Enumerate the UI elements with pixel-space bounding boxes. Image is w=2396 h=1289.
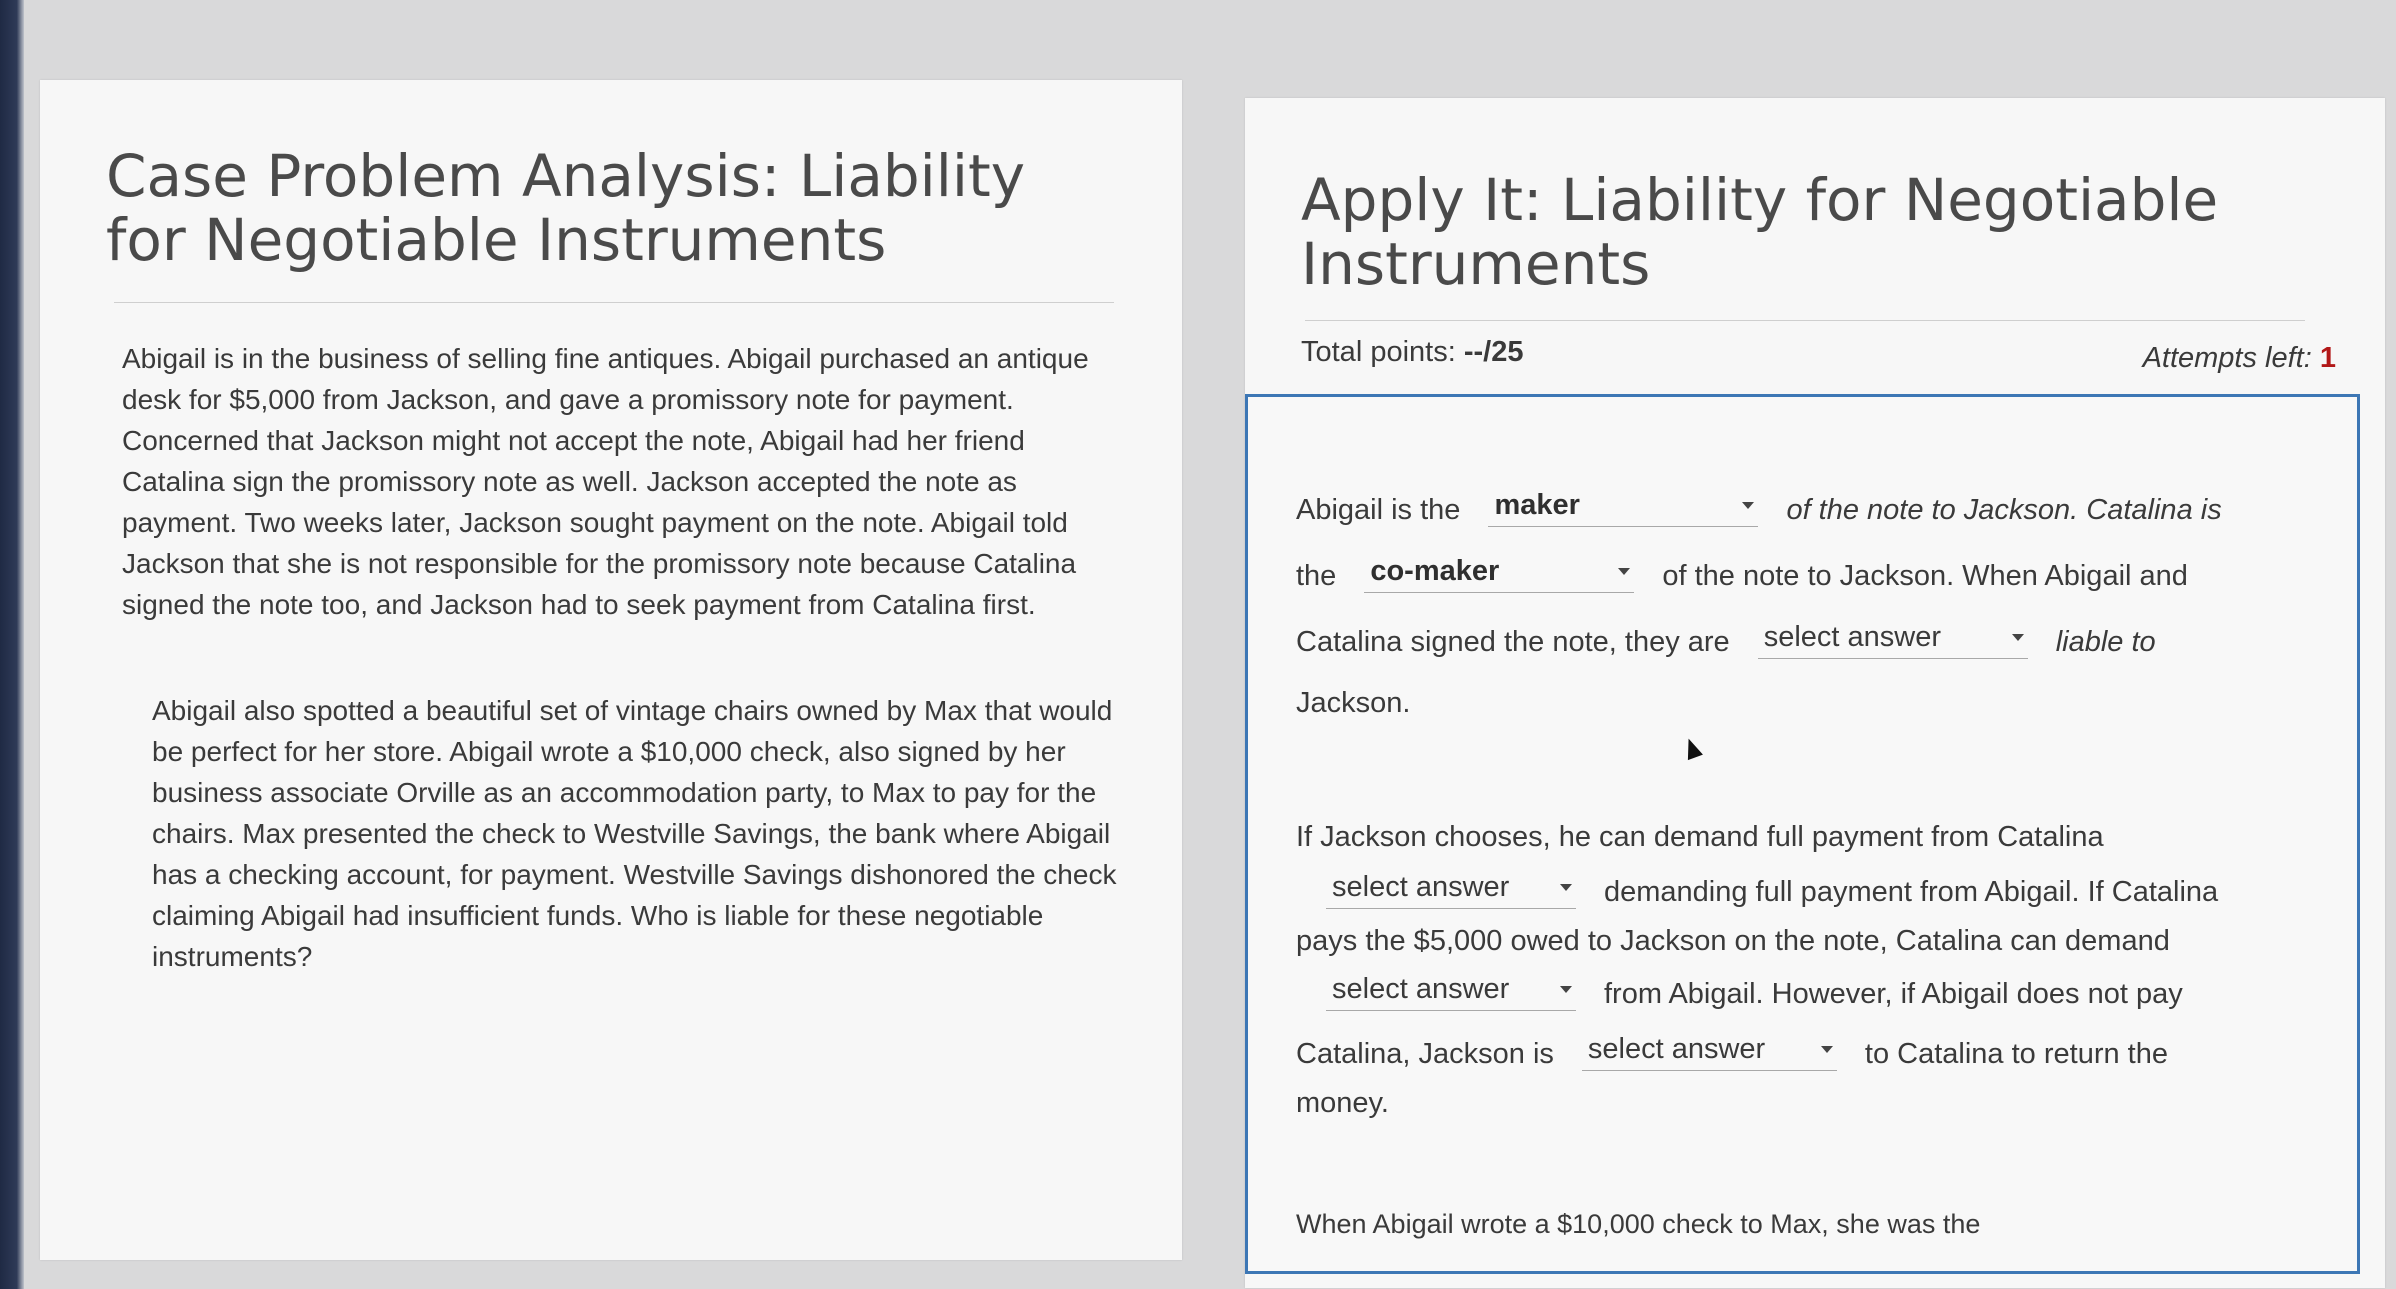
question-text: Abigail is the [1296, 494, 1461, 526]
dropdown-value: select answer [1332, 871, 1510, 903]
question-box: Abigail is the maker of the note to Jack… [1245, 394, 2360, 1274]
question-1-line-2: the co-maker of the note to Jackson. Whe… [1296, 555, 2327, 593]
question-2-line-1: If Jackson chooses, he can demand full p… [1296, 821, 2327, 854]
apply-it-title: Apply It: Liability for Negotiable Instr… [1301, 166, 2219, 298]
dropdown-value: co-maker [1370, 555, 1500, 587]
question-text: money. [1296, 1087, 1389, 1119]
question-text: Catalina, Jackson is [1296, 1038, 1554, 1070]
chevron-down-icon [1560, 986, 1572, 993]
question-2-line-3: pays the $5,000 owed to Jackson on the n… [1296, 925, 2327, 958]
case-paragraph-2: Abigail also spotted a beautiful set of … [152, 695, 1117, 972]
co-maker-dropdown[interactable]: co-maker [1364, 555, 1635, 593]
dropdown-value: select answer [1763, 621, 1941, 653]
attempts-left: Attempts left: 1 [2143, 342, 2336, 375]
question-2-line-6: money. [1296, 1087, 2327, 1120]
question-text: demanding full payment from Abigail. If … [1604, 876, 2219, 908]
chevron-down-icon [2011, 634, 2024, 641]
jackson-obligation-dropdown[interactable]: select answer [1581, 1033, 1837, 1071]
total-points-value: --/25 [1463, 336, 1524, 368]
case-paragraph-1: Abigail is in the business of selling fi… [122, 343, 1089, 620]
chevron-down-icon [1820, 1046, 1833, 1053]
monitor-bezel [0, 0, 24, 1289]
attempts-left-value: 1 [2319, 342, 2336, 374]
question-text: Catalina signed the note, they are [1296, 626, 1730, 658]
question-text: to Catalina to return the [1864, 1038, 2168, 1070]
liability-type-dropdown[interactable]: select answer [1757, 621, 2028, 659]
total-points-label: Total points: [1301, 336, 1464, 368]
dropdown-value: select answer [1332, 973, 1510, 1005]
question-text: of the note to Jackson. Catalina is [1786, 494, 2222, 526]
question-3-line-1: When Abigail wrote a $10,000 check to Ma… [1296, 1209, 2327, 1240]
dropdown-value: select answer [1587, 1033, 1766, 1065]
question-text: of the note to Jackson. When Abigail and [1662, 560, 2188, 592]
maker-dropdown[interactable]: maker [1488, 489, 1759, 527]
attempts-left-label: Attempts left: [2142, 342, 2320, 374]
total-points: Total points: --/25 [1301, 336, 1523, 369]
question-text: If Jackson chooses, he can demand full p… [1296, 821, 2104, 853]
title-divider [114, 302, 1114, 303]
question-1-line-4: Jackson. [1296, 687, 2327, 720]
title-divider [1305, 320, 2305, 321]
apply-it-panel: Apply It: Liability for Negotiable Instr… [1245, 98, 2385, 1288]
case-problem-title: Case Problem Analysis: Liability for Neg… [106, 142, 1026, 274]
chevron-down-icon [1560, 884, 1572, 891]
question-text: When Abigail wrote a $10,000 check to Ma… [1296, 1209, 1981, 1239]
demand-order-dropdown[interactable]: select answer [1326, 871, 1576, 909]
question-text: liable to [2055, 626, 2156, 658]
question-text: from Abigail. However, if Abigail does n… [1604, 978, 2183, 1010]
case-problem-panel: Case Problem Analysis: Liability for Neg… [40, 80, 1182, 1260]
question-1-line-1: Abigail is the maker of the note to Jack… [1296, 489, 2327, 527]
question-text: pays the $5,000 owed to Jackson on the n… [1296, 925, 2170, 957]
dropdown-value: maker [1494, 489, 1580, 521]
reimbursement-dropdown[interactable]: select answer [1326, 973, 1576, 1011]
question-2-line-4: select answer from Abigail. However, if … [1326, 973, 2327, 1011]
chevron-down-icon [1618, 568, 1631, 575]
question-2-line-5: Catalina, Jackson is select answer to Ca… [1296, 1033, 2327, 1071]
question-1-line-3: Catalina signed the note, they are selec… [1296, 621, 2327, 659]
chevron-down-icon [1742, 502, 1755, 509]
question-2-line-2: select answer demanding full payment fro… [1326, 871, 2327, 909]
question-text: Jackson. [1296, 687, 1411, 719]
question-text: the [1296, 560, 1337, 592]
